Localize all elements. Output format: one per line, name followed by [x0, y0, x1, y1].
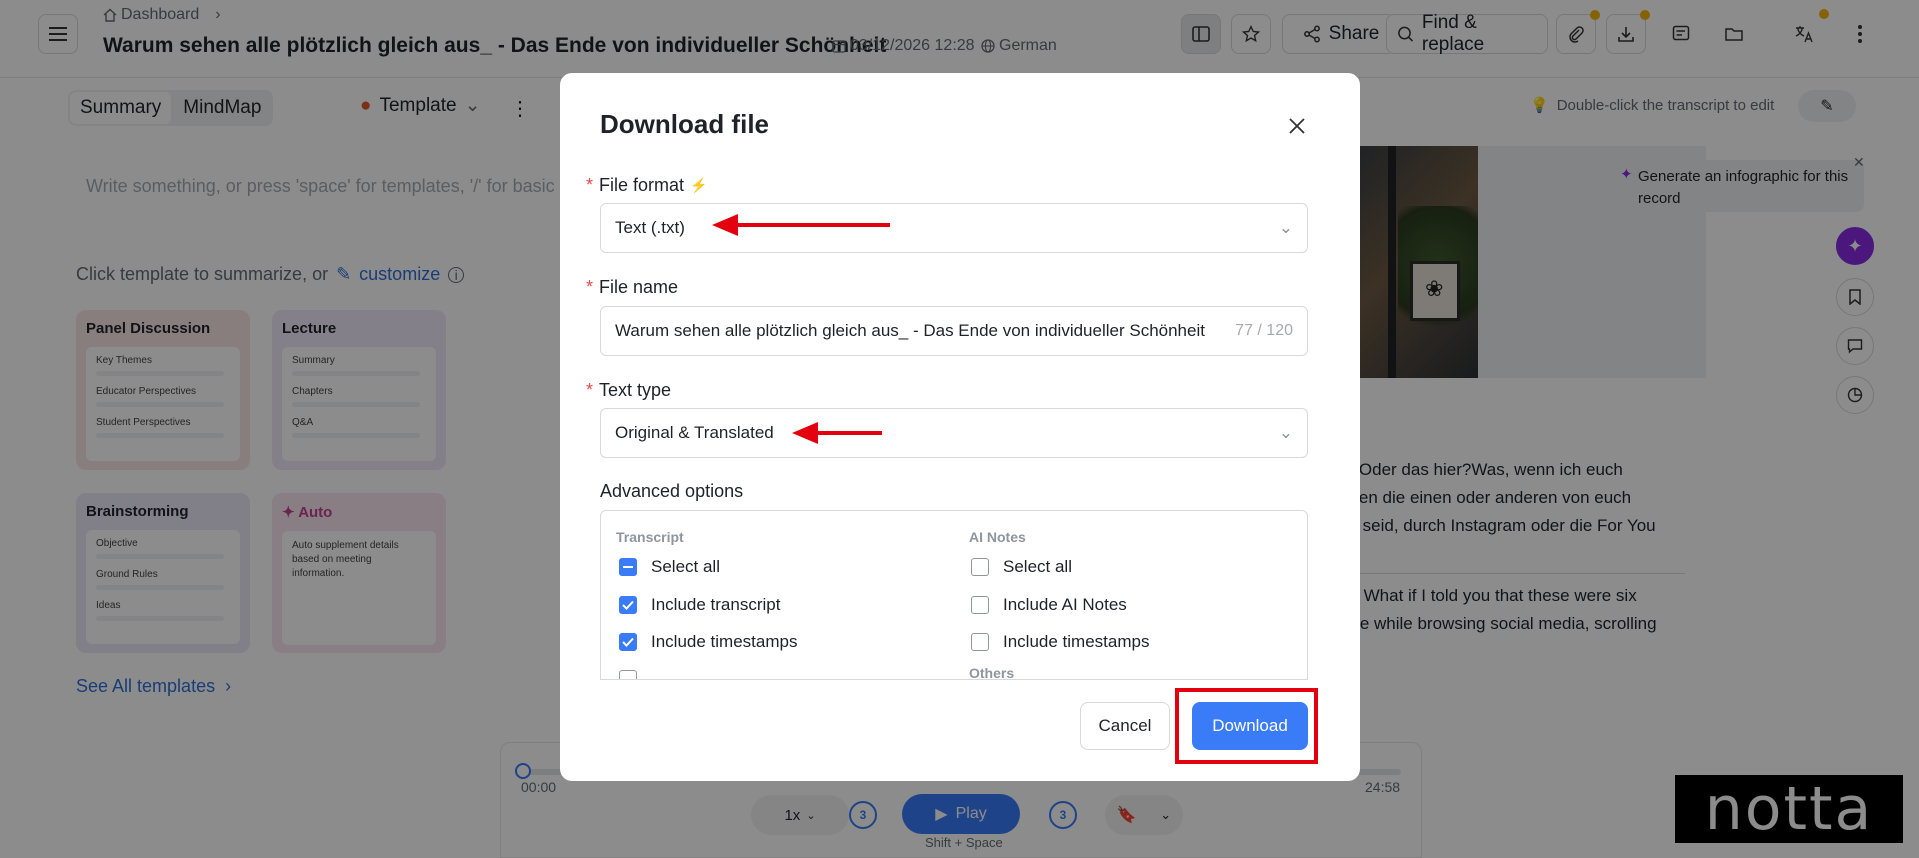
include-transcript-checkbox[interactable]: Include transcript: [619, 595, 780, 615]
checkbox-unchecked-icon: [971, 558, 989, 576]
file-name-value: Warum sehen alle plötzlich gleich aus_ -…: [615, 321, 1205, 340]
include-ai-timestamps-checkbox[interactable]: Include timestamps: [971, 632, 1149, 652]
dialog-title: Download file: [600, 109, 769, 139]
file-name-label: * File name: [586, 277, 679, 298]
checkbox-label: Include AI Notes: [1003, 595, 1127, 614]
required-marker: *: [586, 277, 594, 297]
checkbox-unchecked-icon: [971, 596, 989, 614]
checkbox-indeterminate-icon: [619, 558, 637, 576]
file-format-label: * File format ⚡: [586, 175, 708, 196]
annotation-arrow: [792, 422, 882, 444]
download-highlight-box: [1175, 688, 1318, 764]
close-dialog-button[interactable]: [1280, 109, 1314, 143]
ai-notes-select-all-checkbox[interactable]: Select all: [971, 557, 1072, 577]
chevron-down-icon: ⌄: [1278, 218, 1293, 237]
cancel-button[interactable]: Cancel: [1080, 702, 1170, 750]
checkbox-unchecked-icon: [971, 633, 989, 651]
required-marker: *: [586, 175, 594, 195]
include-transcript-timestamps-checkbox[interactable]: Include timestamps: [619, 632, 797, 652]
text-type-label: * Text type: [586, 380, 672, 401]
checkbox-label: Select all: [651, 557, 720, 576]
text-type-label-text: Text type: [599, 380, 672, 400]
required-marker: *: [586, 380, 594, 400]
checkbox-label: Include timestamps: [1003, 632, 1150, 651]
checkbox-unchecked-icon: [619, 670, 637, 679]
file-name-input[interactable]: Warum sehen alle plötzlich gleich aus_ -…: [600, 306, 1308, 356]
text-type-value: Original & Translated: [615, 423, 774, 442]
file-name-char-count: 77 / 120: [1235, 322, 1293, 339]
file-format-select[interactable]: Text (.txt) ⌄: [600, 203, 1308, 253]
include-ai-notes-checkbox[interactable]: Include AI Notes: [971, 595, 1127, 615]
text-type-select[interactable]: Original & Translated ⌄: [600, 408, 1308, 458]
close-icon: [1289, 118, 1305, 134]
chevron-down-icon: ⌄: [1278, 423, 1293, 442]
checkbox-checked-icon: [619, 633, 637, 651]
ai-notes-column-heading: AI Notes: [969, 529, 1026, 545]
file-name-label-text: File name: [599, 277, 679, 297]
checkbox-label: Include transcript: [651, 595, 781, 614]
checkbox-label: Include timestamps: [651, 632, 798, 651]
partially-hidden-checkbox[interactable]: [619, 670, 637, 679]
file-format-value: Text (.txt): [615, 218, 685, 237]
others-column-heading: Others: [969, 665, 1015, 680]
annotation-arrow: [712, 214, 890, 236]
checkbox-label: Select all: [1003, 557, 1072, 576]
advanced-options-label: Advanced options: [600, 481, 744, 501]
checkbox-checked-icon: [619, 596, 637, 614]
lightning-icon: ⚡: [690, 177, 708, 193]
transcript-select-all-checkbox[interactable]: Select all: [619, 557, 720, 577]
file-format-label-text: File format: [599, 175, 685, 195]
advanced-options-panel[interactable]: Transcript AI Notes Select all Include t…: [600, 510, 1308, 680]
transcript-column-heading: Transcript: [616, 529, 684, 545]
download-file-dialog: Download file * File format ⚡ Text (.txt…: [560, 73, 1360, 781]
